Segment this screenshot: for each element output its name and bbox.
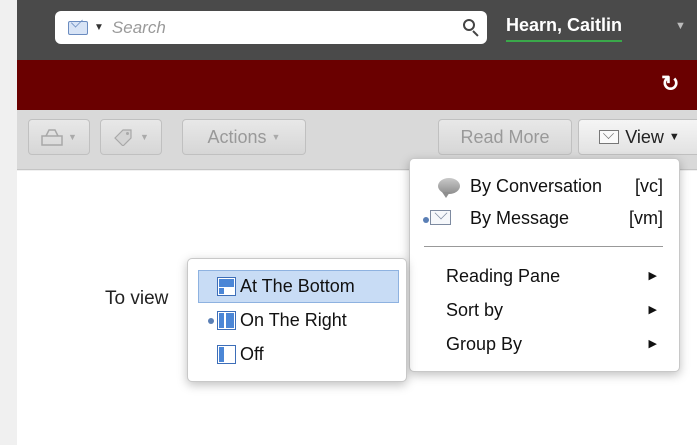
brand-bar: ↻ [17, 60, 697, 110]
menu-item-label: Sort by [446, 300, 504, 320]
menu-item-label: By Conversation [470, 176, 603, 196]
pane-right-icon [217, 311, 236, 330]
envelope-icon [599, 130, 620, 144]
chevron-down-icon: ▼ [68, 132, 77, 142]
read-more-button[interactable]: Read More [438, 119, 572, 155]
menu-item-label: Group By [446, 334, 523, 354]
search-box[interactable]: ▼ Search [55, 11, 487, 44]
view-menu: By Conversation [vc] By Message [vm] Rea… [409, 158, 680, 372]
menu-item-label: On The Right [240, 310, 347, 330]
refresh-icon[interactable]: ↻ [661, 73, 683, 95]
read-more-label: Read More [460, 126, 550, 147]
move-to-folder-button[interactable]: ▼ [28, 119, 90, 155]
inbox-tray-icon [41, 129, 63, 146]
menu-item-by-conversation[interactable]: By Conversation [vc] [410, 171, 679, 203]
chevron-down-icon: ▼ [271, 132, 281, 142]
menu-item-label: Off [240, 344, 264, 364]
menu-item-sort-by[interactable]: Sort by ▶ [410, 295, 679, 327]
pane-off-icon [217, 345, 236, 364]
search-icon[interactable] [457, 13, 487, 43]
menu-item-by-message[interactable]: By Message [vm] [410, 203, 679, 235]
view-label: View [625, 126, 664, 147]
menu-separator [424, 246, 663, 247]
menu-item-reading-pane[interactable]: Reading Pane ▶ [410, 261, 679, 293]
menu-item-label: Reading Pane [446, 266, 561, 286]
menu-item-on-the-right[interactable]: On The Right [198, 304, 399, 337]
user-name[interactable]: Hearn, Caitlin [506, 15, 623, 42]
pane-bottom-icon [217, 277, 236, 296]
menu-item-group-by[interactable]: Group By ▶ [410, 329, 679, 361]
menu-item-at-the-bottom[interactable]: At The Bottom [198, 270, 399, 303]
empty-state-message: To view [105, 288, 169, 309]
chevron-down-icon: ▼ [668, 131, 680, 143]
actions-button[interactable]: Actions ▼ [182, 119, 306, 155]
menu-item-shortcut: [vm] [629, 208, 663, 228]
mail-scope-icon[interactable] [68, 20, 88, 35]
submenu-arrow-icon: ▶ [648, 338, 657, 350]
submenu-arrow-icon: ▶ [648, 304, 657, 316]
actions-label: Actions [207, 126, 267, 147]
submenu-arrow-icon: ▶ [648, 270, 657, 282]
user-menu-chevron-icon[interactable]: ▼ [675, 20, 686, 32]
search-input[interactable]: Search [112, 18, 457, 38]
envelope-icon [430, 210, 451, 225]
menu-item-shortcut: [vc] [634, 176, 663, 196]
chevron-down-icon[interactable]: ▼ [94, 22, 104, 33]
selected-bullet-icon [423, 217, 429, 223]
conversation-bubble-icon [438, 178, 460, 198]
selected-bullet-icon [208, 318, 214, 324]
chevron-down-icon: ▼ [140, 132, 149, 142]
menu-item-off[interactable]: Off [198, 338, 399, 371]
reading-pane-submenu: At The Bottom On The Right Off [187, 258, 407, 382]
tag-button[interactable]: ▼ [100, 119, 162, 155]
menu-item-label: At The Bottom [240, 276, 355, 296]
view-button[interactable]: View ▼ [578, 119, 697, 155]
tag-icon [114, 129, 132, 146]
menu-item-label: By Message [470, 208, 570, 228]
